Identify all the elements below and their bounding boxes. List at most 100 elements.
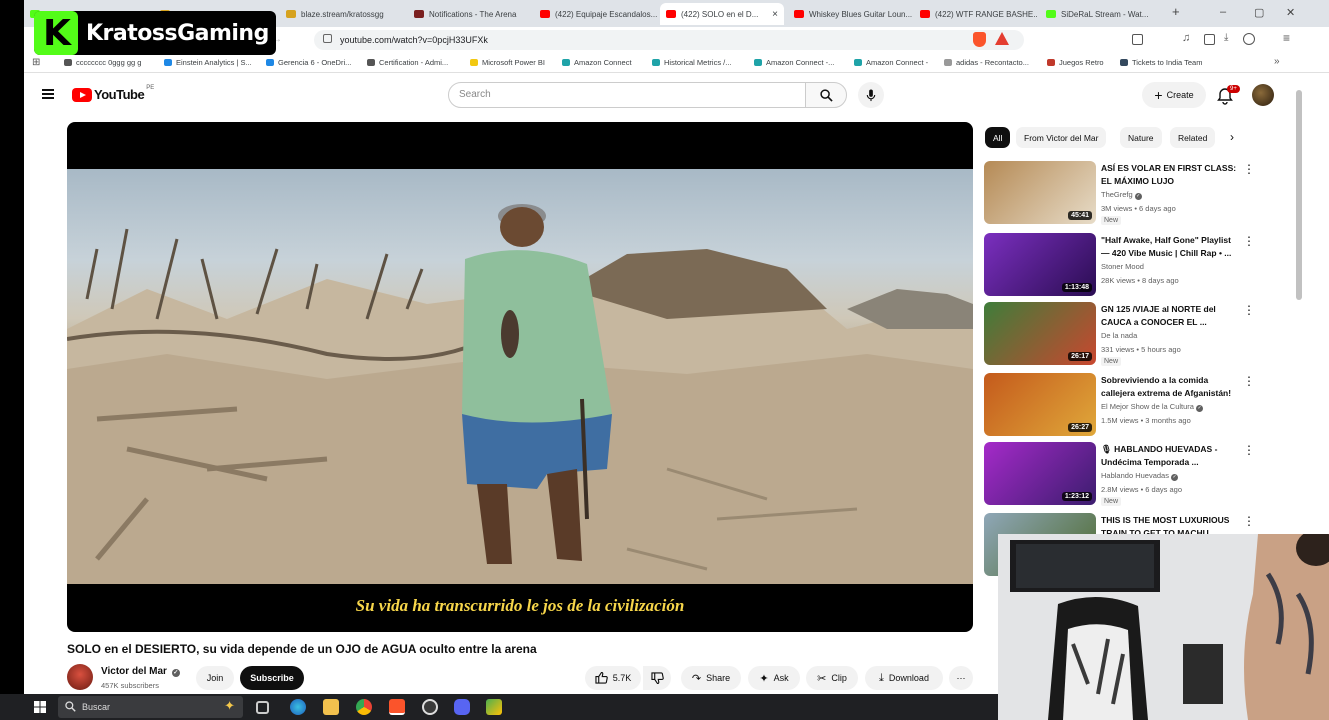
subscribe-button[interactable]: Subscribe bbox=[240, 666, 304, 690]
recommended-title[interactable]: ASÍ ES VOLAR EN FIRST CLASS: EL MÁXIMO L… bbox=[1101, 162, 1239, 188]
join-button[interactable]: Join bbox=[196, 666, 234, 690]
video-thumbnail[interactable]: 45:41 bbox=[984, 161, 1096, 224]
bookmark-item[interactable]: Einstein Analytics | S... bbox=[164, 58, 252, 67]
more-actions-button[interactable]: ⋯ bbox=[949, 666, 973, 690]
recommended-title[interactable]: Sobreviviendo a la comida callejera extr… bbox=[1101, 374, 1239, 400]
search-button[interactable] bbox=[805, 82, 847, 108]
recommended-title[interactable]: GN 125 /VIAJE al NORTE del CAUCA a CONOC… bbox=[1101, 303, 1239, 329]
browser-tab[interactable]: (422) WTF RANGE BASHE... bbox=[914, 3, 1038, 25]
video-player[interactable]: Su vida ha transcurrido le jos de la civ… bbox=[67, 122, 973, 632]
recommended-title[interactable]: 🎙 HABLANDO HUEVADAS - Undécima Temporada… bbox=[1101, 443, 1239, 469]
file-explorer-icon[interactable] bbox=[323, 699, 339, 715]
profile-icon[interactable] bbox=[1243, 33, 1255, 45]
recommended-channel-name: TheGrefg bbox=[1101, 190, 1133, 199]
recommended-channel[interactable]: El Mejor Show de la Cultura ✓ bbox=[1101, 402, 1204, 412]
scissors-icon: ✂ bbox=[817, 672, 827, 685]
channel-name[interactable]: Victor del Mar ✓ bbox=[101, 666, 180, 677]
bookmark-item[interactable]: adidas - Recontacto... bbox=[944, 58, 1029, 67]
like-button[interactable]: 5.7K bbox=[585, 666, 641, 690]
recommended-video[interactable]: 1:23:12 🎙 HABLANDO HUEVADAS - Undécima Te… bbox=[984, 442, 1255, 506]
bookmark-item[interactable]: Certification - Admi... bbox=[367, 58, 448, 67]
dislike-button[interactable] bbox=[643, 666, 671, 690]
bookmark-item[interactable]: Juegos Retro bbox=[1047, 58, 1104, 67]
bookmark-item[interactable]: Historical Metrics /... bbox=[652, 58, 732, 67]
site-info-icon[interactable] bbox=[323, 34, 332, 43]
obs-icon[interactable] bbox=[422, 699, 438, 715]
share-button[interactable]: ↷ Share bbox=[681, 666, 741, 690]
chip-related[interactable]: Related bbox=[1170, 127, 1216, 148]
browser-tab[interactable]: SiDeRaL Stream - Wat... bbox=[1040, 3, 1164, 25]
video-thumbnail[interactable]: 26:17 bbox=[984, 302, 1096, 365]
recommended-channel[interactable]: Stoner Mood bbox=[1101, 262, 1144, 271]
kebab-menu-icon[interactable]: ⋮ bbox=[1243, 444, 1255, 456]
recommended-channel[interactable]: De la nada bbox=[1101, 331, 1137, 340]
brave-icon[interactable] bbox=[389, 699, 405, 715]
browser-tab[interactable]: (422) Equipaje Escandalos... bbox=[534, 3, 658, 25]
create-button[interactable]: + Create bbox=[1142, 82, 1206, 108]
bookmark-item[interactable]: Tickets to India Team bbox=[1120, 58, 1202, 67]
browser-tab[interactable]: Notifications - The Arena bbox=[408, 3, 532, 25]
discord-icon[interactable] bbox=[454, 699, 470, 715]
browser-tab[interactable]: Whiskey Blues Guitar Loun... bbox=[788, 3, 912, 25]
video-thumbnail[interactable]: 1:23:12 bbox=[984, 442, 1096, 505]
taskbar-search[interactable]: Buscar ✦ bbox=[58, 696, 243, 718]
video-thumbnail[interactable]: 1:13:48 bbox=[984, 233, 1096, 296]
recommended-video[interactable]: 26:27 Sobreviviendo a la comida callejera… bbox=[984, 373, 1255, 437]
voice-search-button[interactable] bbox=[858, 82, 884, 108]
download-icon[interactable]: ⤓ bbox=[1224, 32, 1228, 43]
download-label: Download bbox=[888, 673, 929, 683]
account-avatar[interactable] bbox=[1252, 84, 1274, 106]
bookmark-item[interactable]: Amazon Connect -... bbox=[754, 58, 834, 67]
window-minimize-icon[interactable]: – bbox=[1220, 6, 1226, 18]
recommended-video[interactable]: 1:13:48 "Half Awake, Half Gone" Playlist … bbox=[984, 233, 1255, 297]
chip-all[interactable]: All bbox=[985, 127, 1011, 148]
chips-next-icon[interactable]: › bbox=[1230, 130, 1234, 144]
kebab-menu-icon[interactable]: ⋮ bbox=[1243, 163, 1255, 175]
windows-start-icon[interactable] bbox=[34, 701, 46, 713]
recommended-channel[interactable]: TheGrefg ✓ bbox=[1101, 190, 1142, 200]
edge-icon[interactable] bbox=[290, 699, 306, 715]
bookmarks-overflow-icon[interactable]: » bbox=[1274, 56, 1280, 67]
bookmark-item[interactable]: Gerencia 6 - OneDri... bbox=[266, 58, 351, 67]
address-bar[interactable]: youtube.com/watch?v=0pcjH33UFXk bbox=[314, 30, 1024, 50]
chrome-icon[interactable] bbox=[356, 699, 372, 715]
kebab-menu-icon[interactable]: ⋮ bbox=[1243, 304, 1255, 316]
browser-tab[interactable]: blaze.stream/kratossgg bbox=[280, 3, 406, 25]
bookmark-item[interactable]: Microsoft Power BI bbox=[470, 58, 545, 67]
search-input[interactable]: Search bbox=[448, 82, 806, 108]
bookmark-item[interactable]: Amazon Connect bbox=[562, 58, 632, 67]
recommended-video[interactable]: 45:41 ASÍ ES VOLAR EN FIRST CLASS: EL MÁX… bbox=[984, 161, 1255, 225]
ask-button[interactable]: ✦ Ask bbox=[748, 666, 800, 690]
channel-avatar[interactable] bbox=[67, 664, 93, 690]
download-button[interactable]: ⤓ Download bbox=[865, 666, 943, 690]
youtube-logo[interactable]: YouTube PE bbox=[72, 85, 154, 102]
bookmark-item[interactable]: cccccccc 0ggg gg g bbox=[64, 58, 141, 67]
video-thumbnail[interactable]: 26:27 bbox=[984, 373, 1096, 436]
window-maximize-icon[interactable]: ▢ bbox=[1254, 6, 1264, 19]
sidebar-icon[interactable] bbox=[1204, 34, 1215, 45]
kebab-menu-icon[interactable]: ⋮ bbox=[1243, 235, 1255, 247]
media-icon[interactable]: ♫ bbox=[1182, 32, 1190, 44]
browser-menu-icon[interactable]: ≡ bbox=[1283, 31, 1290, 45]
bookmark-item[interactable]: Amazon Connect - bbox=[854, 58, 928, 67]
hamburger-menu-icon[interactable] bbox=[42, 89, 54, 99]
recommended-video[interactable]: 26:17 GN 125 /VIAJE al NORTE del CAUCA a … bbox=[984, 302, 1255, 366]
recommended-title[interactable]: "Half Awake, Half Gone" Playlist — 420 V… bbox=[1101, 234, 1239, 260]
app-icon[interactable] bbox=[486, 699, 502, 715]
recommended-channel[interactable]: Hablando Huevadas ✓ bbox=[1101, 471, 1179, 481]
kebab-menu-icon[interactable]: ⋮ bbox=[1243, 375, 1255, 387]
extensions-icon[interactable] bbox=[1132, 34, 1143, 45]
brave-rewards-icon[interactable] bbox=[995, 32, 1009, 45]
chip-nature[interactable]: Nature bbox=[1120, 127, 1162, 148]
task-view-icon[interactable] bbox=[256, 701, 269, 714]
new-tab-icon[interactable]: + bbox=[1172, 4, 1180, 19]
chip-from-channel[interactable]: From Victor del Mar bbox=[1016, 127, 1107, 148]
kebab-menu-icon[interactable]: ⋮ bbox=[1243, 515, 1255, 527]
browser-tab-active[interactable]: (422) SOLO en el D... × bbox=[660, 3, 784, 25]
apps-icon[interactable]: ⊞ bbox=[32, 57, 40, 68]
window-close-icon[interactable]: ✕ bbox=[1286, 6, 1295, 19]
tab-close-icon[interactable]: × bbox=[772, 9, 778, 20]
page-scrollbar[interactable] bbox=[1296, 90, 1302, 300]
brave-shield-icon[interactable] bbox=[973, 32, 986, 47]
clip-button[interactable]: ✂ Clip bbox=[806, 666, 858, 690]
